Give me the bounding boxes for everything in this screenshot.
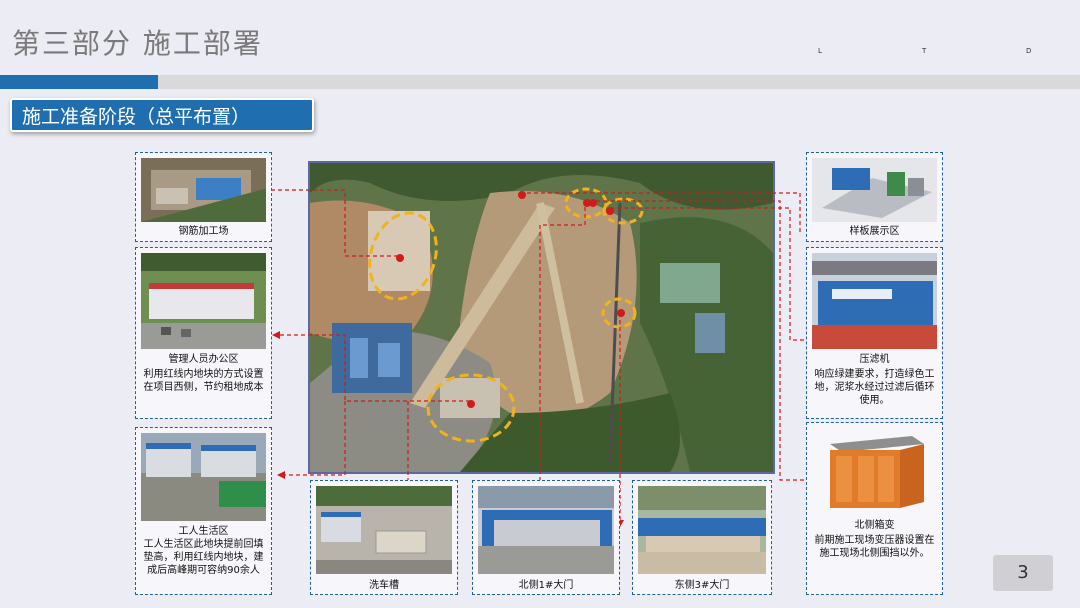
card-rebar-yard: 钢筋加工场 — [135, 152, 272, 242]
card-management-office: 管理人员办公区 利用红线内地块的方式设置在项目西侧，节约租地成本 — [135, 247, 272, 419]
east-gate-caption: 东侧3#大门 — [674, 580, 730, 591]
north-gate-photo — [478, 486, 614, 574]
filter-press-photo — [812, 253, 937, 349]
worker-living-photo — [141, 433, 266, 521]
transformer-caption: 北侧箱变 — [854, 520, 895, 531]
filter-press-caption: 压滤机 — [859, 354, 890, 365]
card-car-wash: 洗车槽 — [310, 480, 458, 595]
card-sample-display: 样板展示区 — [806, 152, 943, 242]
sample-display-caption: 样板展示区 — [849, 226, 900, 237]
worker-living-desc: 工人生活区此地块提前回填垫高，利用红线内地块，建成后高峰期可容纳90余人 — [143, 539, 264, 576]
sample-display-photo — [812, 158, 937, 222]
management-office-photo — [141, 253, 266, 349]
management-office-caption: 管理人员办公区 — [168, 354, 239, 365]
card-transformer: 北侧箱变 前期施工现场变压器设置在施工现场北侧围挡以外。 — [806, 422, 943, 595]
transformer-desc: 前期施工现场变压器设置在施工现场北侧围挡以外。 — [814, 535, 935, 559]
rebar-yard-caption: 钢筋加工场 — [178, 226, 229, 237]
card-worker-living: 工人生活区 工人生活区此地块提前回填垫高，利用红线内地块，建成后高峰期可容纳90… — [135, 427, 272, 595]
card-north-gate: 北侧1#大门 — [472, 480, 620, 595]
card-east-gate: 东侧3#大门 — [632, 480, 772, 595]
rebar-yard-photo — [141, 158, 266, 222]
car-wash-photo — [316, 486, 452, 574]
transformer-photo — [812, 428, 937, 514]
worker-living-caption: 工人生活区 — [178, 526, 229, 537]
card-filter-press: 压滤机 响应绿建要求，打造绿色工地，泥浆水经过过滤后循环使用。 — [806, 247, 943, 419]
page-number: 3 — [993, 555, 1053, 591]
north-gate-caption: 北侧1#大门 — [518, 580, 574, 591]
management-office-desc: 利用红线内地块的方式设置在项目西侧，节约租地成本 — [143, 369, 264, 393]
filter-press-desc: 响应绿建要求，打造绿色工地，泥浆水经过过滤后循环使用。 — [814, 369, 935, 406]
east-gate-photo — [638, 486, 766, 574]
car-wash-caption: 洗车槽 — [369, 580, 399, 591]
